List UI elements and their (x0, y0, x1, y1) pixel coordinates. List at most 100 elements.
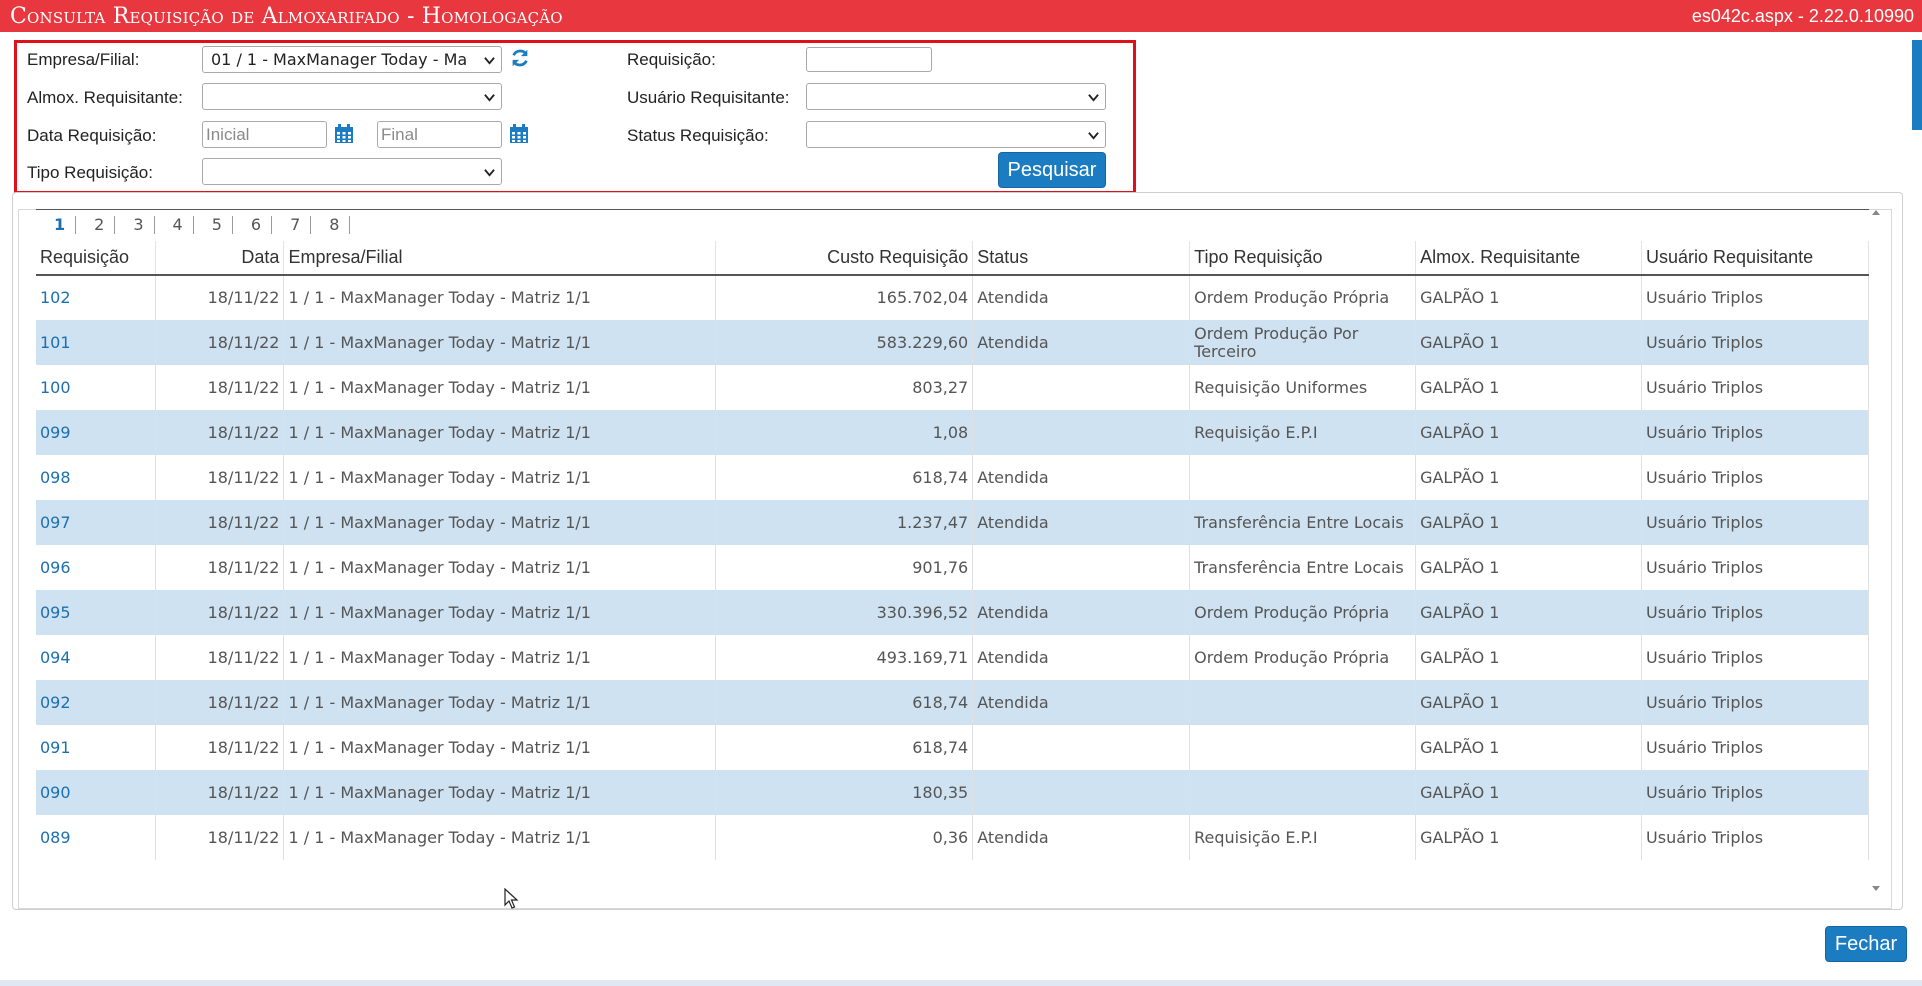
page-link-3[interactable]: 3 (115, 216, 155, 234)
col-status-cell (972, 770, 1191, 815)
table-row[interactable]: 092 18/11/22 1 / 1 - MaxManager Today - Ma… (36, 680, 1869, 725)
col-requisicao-cell[interactable]: 097 (36, 500, 157, 545)
requisicao-input[interactable] (806, 47, 932, 72)
col-requisicao-cell[interactable]: 089 (36, 815, 157, 860)
col-usuario-cell: Usuário Triplos (1641, 275, 1869, 320)
status-select[interactable] (806, 121, 1106, 148)
col-requisicao-cell[interactable]: 094 (36, 635, 157, 680)
table-row[interactable]: 101 18/11/22 1 / 1 - MaxManager Today - Ma… (36, 320, 1869, 365)
chevron-down-icon (484, 94, 495, 102)
pager-top-line (36, 209, 1869, 210)
data-inicial-input[interactable]: Inicial (202, 121, 327, 148)
almox-select[interactable] (202, 83, 502, 110)
almox-label: Almox. Requisitante: (27, 88, 183, 107)
chevron-down-icon (484, 169, 495, 177)
data-inicial-placeholder: Inicial (206, 125, 250, 144)
table-row[interactable]: 099 18/11/22 1 / 1 - MaxManager Today - Ma… (36, 410, 1869, 455)
refresh-icon[interactable] (509, 47, 531, 69)
col-empresa-cell: 1 / 1 - MaxManager Today - Matriz 1/1 (283, 590, 717, 635)
col-tipo-cell: Transferência Entre Locais (1189, 545, 1417, 590)
col-requisicao-cell[interactable]: 100 (36, 365, 157, 410)
col-empresa-header[interactable]: Empresa/Filial (283, 241, 717, 276)
table-row[interactable]: 089 18/11/22 1 / 1 - MaxManager Today - Ma… (36, 815, 1869, 860)
table-header-row: Requisição Data Empresa/Filial Custo Requis… (36, 241, 1869, 276)
scroll-up-icon[interactable] (1872, 210, 1880, 215)
col-tipo-cell: Ordem Produção Própria (1189, 590, 1417, 635)
col-usuario-cell: Usuário Triplos (1641, 320, 1869, 365)
col-custo-cell: 0,36 (715, 815, 974, 860)
table-row[interactable]: 095 18/11/22 1 / 1 - MaxManager Today - Ma… (36, 590, 1869, 635)
data-final-input[interactable]: Final (377, 121, 502, 148)
col-almox-cell: GALPÃO 1 (1415, 455, 1643, 500)
col-data-cell: 18/11/22 (155, 455, 285, 500)
col-custo-cell: 1.237,47 (715, 500, 974, 545)
calendar-icon[interactable] (333, 123, 355, 145)
table-row[interactable]: 090 18/11/22 1 / 1 - MaxManager Today - Ma… (36, 770, 1869, 815)
page-link-7[interactable]: 7 (272, 216, 312, 234)
col-usuario-cell: Usuário Triplos (1641, 455, 1869, 500)
col-requisicao-cell[interactable]: 092 (36, 680, 157, 725)
calendar-icon[interactable] (508, 123, 530, 145)
col-requisicao-cell[interactable]: 091 (36, 725, 157, 770)
col-empresa-cell: 1 / 1 - MaxManager Today - Matriz 1/1 (283, 545, 717, 590)
table-row[interactable]: 096 18/11/22 1 / 1 - MaxManager Today - Ma… (36, 545, 1869, 590)
col-tipo-cell (1189, 725, 1417, 770)
col-requisicao-cell[interactable]: 101 (36, 320, 157, 365)
tipo-select[interactable] (202, 158, 502, 185)
page-link-1[interactable]: 1 (36, 216, 77, 234)
usuario-select[interactable] (806, 83, 1106, 110)
chevron-down-icon (484, 57, 495, 65)
col-usuario-cell: Usuário Triplos (1641, 410, 1869, 455)
col-requisicao-cell[interactable]: 099 (36, 410, 157, 455)
col-requisicao-cell[interactable]: 098 (36, 455, 157, 500)
col-requisicao-cell[interactable]: 090 (36, 770, 157, 815)
col-empresa-cell: 1 / 1 - MaxManager Today - Matriz 1/1 (283, 410, 717, 455)
col-requisicao-cell[interactable]: 102 (36, 275, 157, 320)
col-data-header[interactable]: Data (155, 241, 285, 276)
page-link-8[interactable]: 8 (311, 216, 351, 234)
col-tipo-cell: Ordem Produção Própria (1189, 635, 1417, 680)
empresa-select[interactable]: 01 / 1 - MaxManager Today - Ma (202, 46, 502, 73)
search-button[interactable]: Pesquisar (998, 152, 1106, 188)
col-requisicao-cell[interactable]: 096 (36, 545, 157, 590)
tipo-label: Tipo Requisição: (27, 163, 153, 182)
col-tipo-header[interactable]: Tipo Requisição (1189, 241, 1417, 276)
table-row[interactable]: 098 18/11/22 1 / 1 - MaxManager Today - Ma… (36, 455, 1869, 500)
col-data-cell: 18/11/22 (155, 545, 285, 590)
col-requisicao-header[interactable]: Requisição (36, 241, 157, 276)
col-almox-header[interactable]: Almox. Requisitante (1415, 241, 1643, 276)
col-tipo-cell: Requisição Uniformes (1189, 365, 1417, 410)
col-usuario-cell: Usuário Triplos (1641, 680, 1869, 725)
col-data-cell: 18/11/22 (155, 275, 285, 320)
col-tipo-cell (1189, 680, 1417, 725)
chevron-down-icon (1088, 132, 1099, 140)
vertical-scrollbar[interactable] (1870, 206, 1882, 906)
col-tipo-cell (1189, 455, 1417, 500)
table-row[interactable]: 091 18/11/22 1 / 1 - MaxManager Today - Ma… (36, 725, 1869, 770)
page-link-2[interactable]: 2 (76, 216, 116, 234)
col-empresa-cell: 1 / 1 - MaxManager Today - Matriz 1/1 (283, 500, 717, 545)
page-link-4[interactable]: 4 (155, 216, 194, 234)
scroll-down-icon[interactable] (1872, 886, 1880, 891)
col-status-cell: Atendida (972, 275, 1191, 320)
col-usuario-header[interactable]: Usuário Requisitante (1641, 241, 1869, 276)
version-label: es042c.aspx - 2.22.0.10990 (1691, 5, 1914, 26)
close-button[interactable]: Fechar (1825, 926, 1907, 962)
col-status-header[interactable]: Status (972, 241, 1191, 276)
table-row[interactable]: 097 18/11/22 1 / 1 - MaxManager Today - Ma… (36, 500, 1869, 545)
table-row[interactable]: 102 18/11/22 1 / 1 - MaxManager Today - Ma… (36, 275, 1869, 320)
col-tipo-cell: Requisição E.P.I (1189, 815, 1417, 860)
page-link-6[interactable]: 6 (233, 216, 273, 234)
table-row[interactable]: 100 18/11/22 1 / 1 - MaxManager Today - Ma… (36, 365, 1869, 410)
col-empresa-cell: 1 / 1 - MaxManager Today - Matriz 1/1 (283, 365, 717, 410)
col-custo-header[interactable]: Custo Requisição (715, 241, 974, 276)
col-requisicao-cell[interactable]: 095 (36, 590, 157, 635)
col-custo-cell: 618,74 (715, 455, 974, 500)
col-custo-cell: 618,74 (715, 680, 974, 725)
col-almox-cell: GALPÃO 1 (1415, 410, 1643, 455)
col-custo-cell: 330.396,52 (715, 590, 974, 635)
page-link-5[interactable]: 5 (194, 216, 233, 234)
table-row[interactable]: 094 18/11/22 1 / 1 - MaxManager Today - Ma… (36, 635, 1869, 680)
table-body: 102 18/11/22 1 / 1 - MaxManager Today - Ma… (36, 275, 1869, 860)
filter-panel: Empresa/Filial: 01 / 1 - MaxManager Toda… (14, 40, 1136, 194)
